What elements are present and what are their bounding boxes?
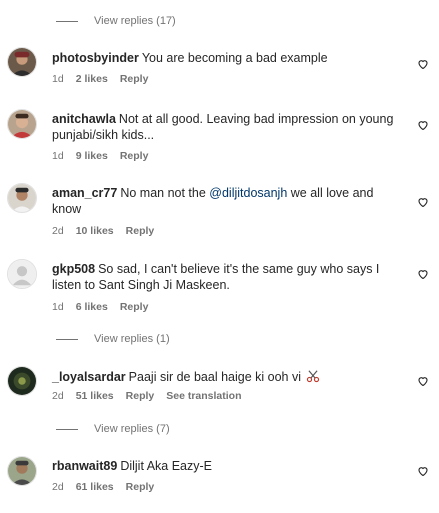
comment-time: 1d xyxy=(52,73,64,85)
divider-line xyxy=(56,428,78,430)
comments-feed: View replies (17) photosbyinder You are b… xyxy=(0,0,439,513)
likes-count[interactable]: 6 likes xyxy=(76,301,108,315)
reply-button[interactable]: Reply xyxy=(126,225,155,239)
avatar[interactable] xyxy=(7,366,37,396)
comment-body: photosbyinder You are becoming a bad exam… xyxy=(52,50,402,66)
user-avatar-icon xyxy=(8,184,36,212)
avatar[interactable] xyxy=(7,259,37,289)
comment-time: 1d xyxy=(52,301,64,313)
heart-outline-icon xyxy=(418,467,428,477)
avatar[interactable] xyxy=(7,47,37,77)
likes-count[interactable]: 9 likes xyxy=(76,150,108,164)
likes-count[interactable]: 10 likes xyxy=(76,225,114,239)
divider-line xyxy=(56,20,78,22)
avatar[interactable] xyxy=(7,109,37,139)
comment-time: 1d xyxy=(52,150,64,162)
comment-text: Paaji sir de baal haige ki ooh vi xyxy=(128,370,301,384)
like-button[interactable] xyxy=(417,58,429,70)
view-replies-button[interactable]: View replies (7) xyxy=(56,420,170,438)
like-button[interactable] xyxy=(417,375,429,387)
comment-time: 2d xyxy=(52,390,64,402)
comment-body: _loyalsardar Paaji sir de baal haige ki o… xyxy=(52,369,402,385)
comment-body: gkp508 So sad, I can't believe it's the s… xyxy=(52,261,402,293)
reply-button[interactable]: Reply xyxy=(120,301,149,315)
heart-outline-icon xyxy=(418,121,428,131)
comment-body: anitchawla Not at all good. Leaving bad i… xyxy=(52,111,402,143)
reply-button[interactable]: Reply xyxy=(126,390,155,404)
likes-count[interactable]: 61 likes xyxy=(76,481,114,495)
comment-meta: 2d 51 likes Reply See translation xyxy=(52,390,242,404)
comment-meta: 2d 10 likes Reply xyxy=(52,225,154,239)
view-replies-label: View replies (17) xyxy=(94,15,176,27)
comment-text: So sad, I can't believe it's the same gu… xyxy=(52,262,380,292)
comment-username[interactable]: gkp508 xyxy=(52,262,95,276)
comment-username[interactable]: photosbyinder xyxy=(52,51,139,65)
comment-meta: 1d 9 likes Reply xyxy=(52,150,148,164)
like-button[interactable] xyxy=(417,196,429,208)
comment-username[interactable]: aman_cr77 xyxy=(52,186,117,200)
comment-mention-link[interactable]: @diljitdosanjh xyxy=(209,186,287,200)
comment-username[interactable]: rbanwait89 xyxy=(52,459,117,473)
avatar[interactable] xyxy=(7,456,37,486)
comment-text: Diljit Aka Eazy-E xyxy=(120,459,213,473)
view-replies-label: View replies (7) xyxy=(94,423,170,435)
likes-count[interactable]: 2 likes xyxy=(76,73,108,87)
heart-outline-icon xyxy=(418,270,428,280)
heart-outline-icon xyxy=(418,198,428,208)
comment-username[interactable]: _loyalsardar xyxy=(52,370,126,384)
like-button[interactable] xyxy=(417,268,429,280)
view-replies-button[interactable]: View replies (1) xyxy=(56,330,170,348)
view-replies-label: View replies (1) xyxy=(94,333,170,345)
comment-meta: 2d 61 likes Reply xyxy=(52,481,154,495)
comment-meta: 1d 2 likes Reply xyxy=(52,73,148,87)
user-avatar-icon xyxy=(8,367,36,395)
like-button[interactable] xyxy=(417,119,429,131)
heart-outline-icon xyxy=(418,60,428,70)
comment-username[interactable]: anitchawla xyxy=(52,112,116,126)
likes-count[interactable]: 51 likes xyxy=(76,390,114,404)
user-avatar-icon xyxy=(8,457,36,485)
comment-body: aman_cr77 No man not the @diljitdosanjh w… xyxy=(52,185,402,217)
divider-line xyxy=(56,338,78,340)
view-replies-button[interactable]: View replies (17) xyxy=(56,12,176,30)
reply-button[interactable]: Reply xyxy=(120,150,149,164)
scissors-emoji-icon xyxy=(307,370,320,383)
comment-text: No man not the xyxy=(120,186,210,200)
default-avatar-icon xyxy=(8,260,36,288)
user-avatar-icon xyxy=(8,110,36,138)
comment-body: rbanwait89 Diljit Aka Eazy-E xyxy=(52,458,402,474)
user-avatar-icon xyxy=(8,48,36,76)
reply-button[interactable]: Reply xyxy=(120,73,149,87)
like-button[interactable] xyxy=(417,465,429,477)
comment-time: 2d xyxy=(52,481,64,493)
avatar[interactable] xyxy=(7,183,37,213)
comment-time: 2d xyxy=(52,225,64,237)
comment-text: You are becoming a bad example xyxy=(141,51,328,65)
comment-meta: 1d 6 likes Reply xyxy=(52,301,148,315)
see-translation-button[interactable]: See translation xyxy=(166,390,241,404)
heart-outline-icon xyxy=(418,377,428,387)
reply-button[interactable]: Reply xyxy=(126,481,155,495)
